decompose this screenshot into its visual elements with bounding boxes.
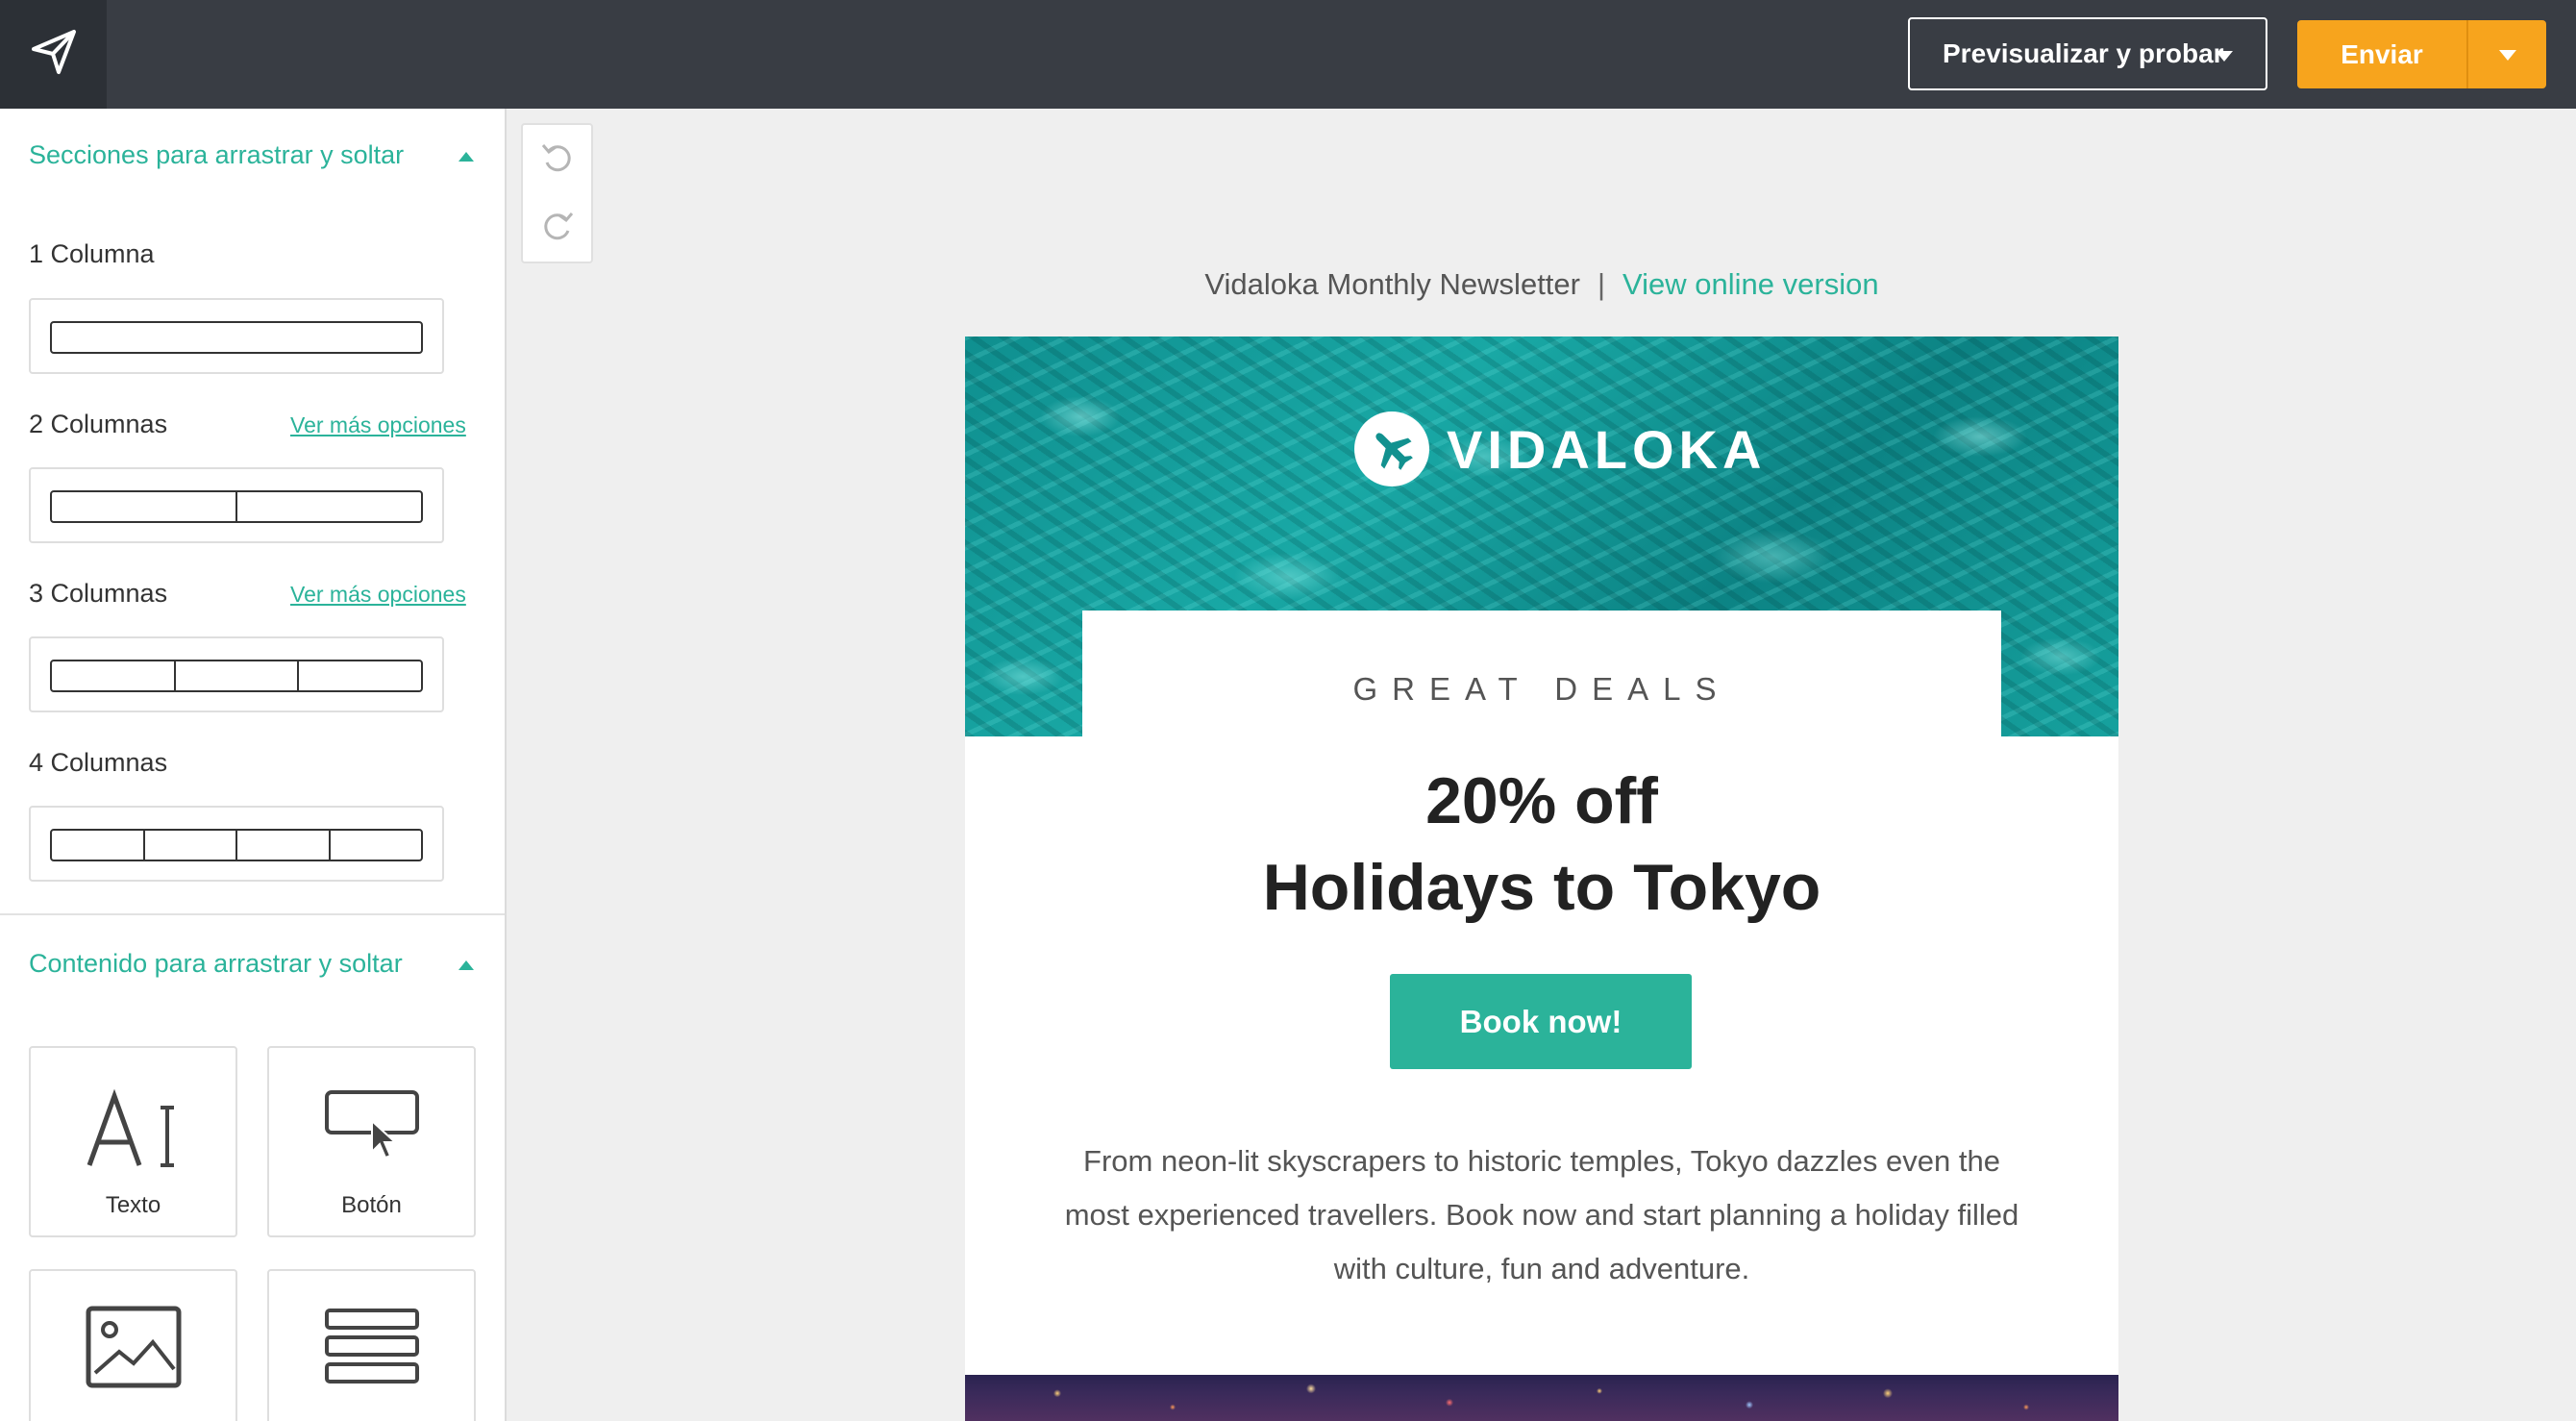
- airplane-icon: [1354, 411, 1429, 486]
- body-paragraph[interactable]: From neon-lit skyscrapers to historic te…: [1048, 1134, 2036, 1296]
- content-block-button[interactable]: Botón: [267, 1046, 476, 1237]
- section-2-columns[interactable]: [29, 467, 444, 543]
- undo-redo-toolbar: [521, 123, 593, 263]
- section-3-columns[interactable]: [29, 636, 444, 712]
- send-button[interactable]: Enviar: [2297, 20, 2466, 88]
- content-block-label: Texto: [105, 1192, 161, 1218]
- content-header[interactable]: Contenido para arrastrar y soltar: [29, 949, 403, 979]
- brand-logo[interactable]: VIDALOKA: [1354, 411, 1766, 486]
- sidebar: Secciones para arrastrar y soltar 1 Colu…: [0, 109, 507, 1421]
- preview-button-label: Previsualizar y probar: [1943, 38, 2224, 68]
- redo-icon: [541, 210, 574, 247]
- paper-plane-icon: [30, 28, 78, 81]
- send-button-label: Enviar: [2341, 38, 2423, 69]
- undo-button[interactable]: [540, 142, 575, 177]
- email-preheader: Vidaloka Monthly Newsletter | View online …: [965, 267, 2118, 302]
- section-4-columns[interactable]: [29, 806, 444, 882]
- button-icon: [269, 1086, 474, 1163]
- column-label-4: 4 Columnas: [29, 748, 168, 777]
- city-image[interactable]: [965, 1375, 2118, 1421]
- headline-line-2: Holidays to Tokyo: [1262, 851, 1821, 924]
- send-options-button[interactable]: [2468, 20, 2546, 88]
- chevron-down-icon: [2216, 51, 2233, 62]
- column-layout-icon: [50, 490, 423, 523]
- content-block-text[interactable]: Texto: [29, 1046, 237, 1237]
- column-label-1: 1 Columna: [29, 239, 155, 268]
- book-now-label: Book now!: [1459, 1003, 1622, 1039]
- collapse-content-icon[interactable]: [458, 960, 474, 970]
- column-layout-icon: [50, 321, 423, 354]
- text-icon: [31, 1086, 235, 1173]
- redo-button[interactable]: [540, 211, 575, 245]
- section-1-column[interactable]: [29, 298, 444, 374]
- more-options-link-2[interactable]: Ver más opciones: [290, 412, 466, 438]
- brand-name: VIDALOKA: [1447, 418, 1767, 480]
- headline-line-1: 20% off: [1425, 764, 1658, 837]
- image-icon: [31, 1306, 235, 1388]
- more-options-link-3[interactable]: Ver más opciones: [290, 582, 466, 608]
- undo-icon: [541, 141, 574, 179]
- preheader-separator: |: [1597, 267, 1606, 301]
- divider-icon: [269, 1308, 474, 1384]
- column-layout-icon: [50, 829, 423, 861]
- eyebrow-text[interactable]: GREAT DEALS: [1082, 671, 2001, 708]
- newsletter-name: Vidaloka Monthly Newsletter: [1204, 267, 1580, 301]
- content-block-image[interactable]: [29, 1269, 237, 1421]
- book-now-button[interactable]: Book now!: [1390, 974, 1692, 1069]
- view-online-link[interactable]: View online version: [1622, 267, 1879, 301]
- column-label-3: 3 Columnas: [29, 579, 168, 608]
- chevron-down-icon: [2499, 50, 2516, 61]
- sections-header[interactable]: Secciones para arrastrar y soltar: [29, 140, 404, 170]
- send-button-group: Enviar: [2297, 20, 2546, 88]
- app-logo[interactable]: [0, 0, 107, 109]
- column-layout-icon: [50, 660, 423, 692]
- content-block-divider[interactable]: [267, 1269, 476, 1421]
- sidebar-divider: [0, 913, 505, 915]
- headline[interactable]: 20% off Holidays to Tokyo: [965, 758, 2118, 931]
- content-block-label: Botón: [341, 1192, 402, 1218]
- collapse-sections-icon[interactable]: [458, 152, 474, 162]
- column-label-2: 2 Columnas: [29, 410, 168, 438]
- top-bar: Previsualizar y probar Enviar: [0, 0, 2576, 109]
- preview-and-test-button[interactable]: Previsualizar y probar: [1908, 17, 2267, 90]
